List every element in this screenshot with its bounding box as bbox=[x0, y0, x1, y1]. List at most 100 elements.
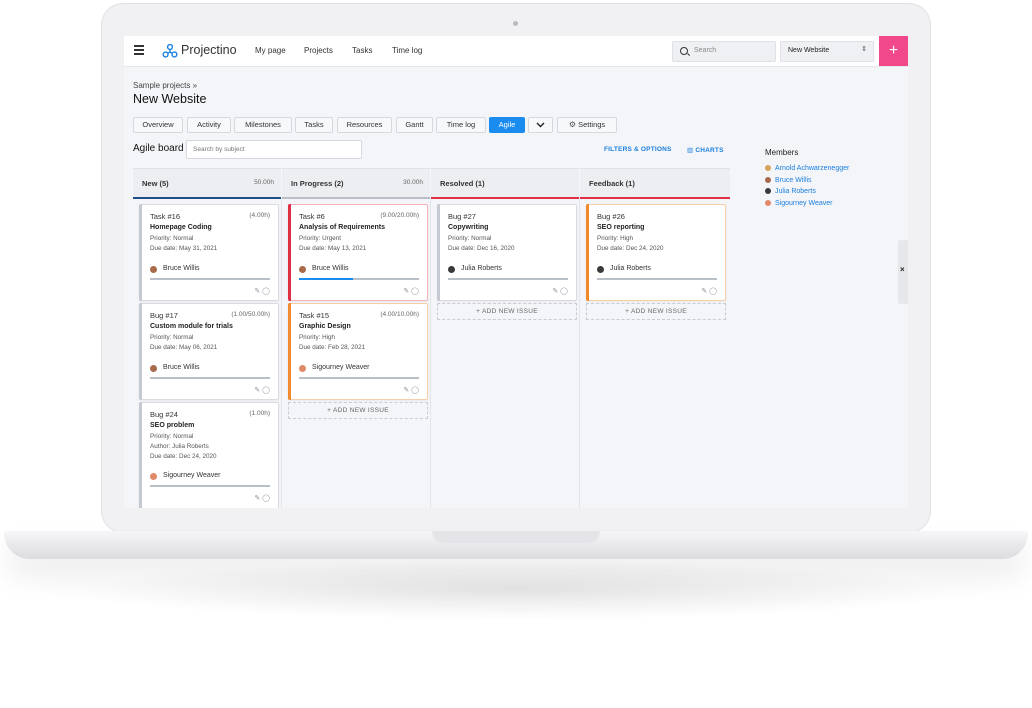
issue-card-bug-27[interactable]: Bug #27 Copywriting Priority: Normal Due… bbox=[437, 204, 577, 301]
card-title[interactable]: Task #16 bbox=[150, 212, 180, 221]
card-assignee: Bruce Willis bbox=[163, 265, 200, 272]
card-subject[interactable]: Custom module for trials bbox=[150, 323, 233, 330]
card-actions[interactable]: ✎ ◯ bbox=[254, 494, 270, 502]
breadcrumb[interactable]: Sample projects » bbox=[133, 81, 197, 90]
subject-search-input[interactable]: Search by subject bbox=[186, 140, 362, 159]
filters-options-link[interactable]: FILTERS & OPTIONS bbox=[604, 146, 672, 153]
charts-label: CHARTS bbox=[695, 147, 724, 154]
tabs-more-dropdown[interactable] bbox=[528, 117, 553, 133]
member-link[interactable]: Julia Roberts bbox=[765, 188, 816, 195]
card-estimate: (4.00/10.00h) bbox=[380, 311, 419, 318]
card-estimate: (1.00h) bbox=[249, 410, 270, 417]
add-button[interactable]: + bbox=[879, 36, 908, 66]
tab-agile[interactable]: Agile bbox=[489, 117, 525, 133]
tab-activity[interactable]: Activity bbox=[187, 117, 231, 133]
add-new-issue-resolved[interactable]: + ADD NEW ISSUE bbox=[437, 303, 577, 320]
issue-card-task-6[interactable]: Task #6 (9.00/20.00h) Analysis of Requir… bbox=[288, 204, 428, 301]
issue-card-bug-17[interactable]: Bug #17 (1.00/50.00h) Custom module for … bbox=[139, 303, 279, 400]
member-link[interactable]: Bruce Willis bbox=[765, 177, 812, 184]
card-actions[interactable]: ✎ ◯ bbox=[254, 287, 270, 295]
column-hours: 50.00h bbox=[254, 179, 274, 186]
avatar bbox=[765, 177, 771, 184]
progress-bar bbox=[299, 278, 419, 280]
card-title[interactable]: Bug #17 bbox=[150, 311, 178, 320]
card-subject[interactable]: Copywriting bbox=[448, 224, 488, 231]
card-subject[interactable]: SEO reporting bbox=[597, 224, 644, 231]
avatar bbox=[597, 266, 604, 273]
progress-bar bbox=[448, 278, 568, 280]
page-title: New Website bbox=[133, 92, 207, 106]
tab-gantt[interactable]: Gantt bbox=[396, 117, 433, 133]
issue-card-task-15[interactable]: Task #15 (4.00/10.00h) Graphic Design Pr… bbox=[288, 303, 428, 400]
card-subject[interactable]: Homepage Coding bbox=[150, 224, 212, 231]
project-select[interactable]: New Website ⇕ bbox=[780, 41, 874, 62]
nav-tasks[interactable]: Tasks bbox=[352, 46, 372, 55]
card-due-date: Due date: Dec 24, 2020 bbox=[150, 453, 217, 460]
tab-overview[interactable]: Overview bbox=[133, 117, 183, 133]
card-title[interactable]: Bug #27 bbox=[448, 212, 476, 221]
add-new-issue-in-progress[interactable]: + ADD NEW ISSUE bbox=[288, 402, 428, 419]
card-subject[interactable]: Analysis of Requirements bbox=[299, 224, 385, 231]
laptop-notch bbox=[432, 531, 600, 543]
card-actions[interactable]: ✎ ◯ bbox=[552, 287, 568, 295]
priority-stripe bbox=[288, 303, 291, 400]
charts-link[interactable]: ▥ CHARTS bbox=[687, 146, 724, 154]
issue-card-bug-24[interactable]: Bug #24 (1.00h) SEO problem Priority: No… bbox=[139, 402, 279, 508]
card-assignee: Bruce Willis bbox=[312, 265, 349, 272]
avatar bbox=[150, 473, 157, 480]
tab-tasks[interactable]: Tasks bbox=[295, 117, 333, 133]
nav-my-page[interactable]: My page bbox=[255, 46, 286, 55]
card-title[interactable]: Task #6 bbox=[299, 212, 325, 221]
card-due-date: Due date: May 31, 2021 bbox=[150, 245, 218, 252]
column-header-new: New (5) 50.00h bbox=[133, 168, 281, 199]
sidebar-toggle[interactable]: × bbox=[898, 240, 908, 304]
card-priority: Priority: Normal bbox=[150, 334, 194, 341]
top-bar: Projectino My page Projects Tasks Time l… bbox=[124, 36, 908, 67]
card-assignee: Bruce Willis bbox=[163, 364, 200, 371]
member-name[interactable]: Julia Roberts bbox=[775, 188, 816, 195]
card-actions[interactable]: ✎ ◯ bbox=[254, 386, 270, 394]
tab-time-log[interactable]: Time log bbox=[436, 117, 486, 133]
member-name[interactable]: Arnold Achwarzenegger bbox=[775, 165, 849, 172]
project-select-value: New Website bbox=[788, 47, 830, 54]
priority-stripe bbox=[586, 204, 589, 301]
menu-icon[interactable] bbox=[134, 45, 144, 55]
member-link[interactable]: Arnold Achwarzenegger bbox=[765, 165, 849, 172]
progress-bar bbox=[150, 377, 270, 379]
card-due-date: Due date: Dec 24, 2020 bbox=[597, 245, 664, 252]
card-assignee: Sigourney Weaver bbox=[312, 364, 370, 371]
search-icon bbox=[680, 47, 688, 55]
card-subject[interactable]: SEO problem bbox=[150, 422, 194, 429]
card-title[interactable]: Task #15 bbox=[299, 311, 329, 320]
card-subject[interactable]: Graphic Design bbox=[299, 323, 351, 330]
column-header-resolved: Resolved (1) bbox=[431, 168, 579, 199]
add-new-issue-feedback[interactable]: + ADD NEW ISSUE bbox=[586, 303, 726, 320]
card-due-date: Due date: Dec 16, 2020 bbox=[448, 245, 515, 252]
card-due-date: Due date: May 06, 2021 bbox=[150, 344, 218, 351]
app-screen: Projectino My page Projects Tasks Time l… bbox=[124, 36, 908, 508]
member-name[interactable]: Bruce Willis bbox=[775, 177, 812, 184]
tab-milestones[interactable]: Milestones bbox=[234, 117, 292, 133]
card-actions[interactable]: ✎ ◯ bbox=[403, 386, 419, 394]
tab-resources[interactable]: Resources bbox=[337, 117, 392, 133]
card-priority: Priority: Normal bbox=[448, 235, 492, 242]
card-title[interactable]: Bug #26 bbox=[597, 212, 625, 221]
card-title[interactable]: Bug #24 bbox=[150, 410, 178, 419]
card-actions[interactable]: ✎ ◯ bbox=[701, 287, 717, 295]
member-name[interactable]: Sigourney Weaver bbox=[775, 200, 832, 207]
app-name[interactable]: Projectino bbox=[181, 43, 237, 57]
card-actions[interactable]: ✎ ◯ bbox=[403, 287, 419, 295]
chevron-down-icon bbox=[536, 122, 545, 128]
issue-card-task-16[interactable]: Task #16 (4.00h) Homepage Coding Priorit… bbox=[139, 204, 279, 301]
nav-projects[interactable]: Projects bbox=[304, 46, 333, 55]
progress-bar bbox=[597, 278, 717, 280]
column-name: Resolved (1) bbox=[440, 179, 485, 188]
card-assignee: Julia Roberts bbox=[461, 265, 502, 272]
member-link[interactable]: Sigourney Weaver bbox=[765, 200, 832, 207]
gear-icon: ⚙ bbox=[568, 120, 576, 129]
issue-card-bug-26[interactable]: Bug #26 SEO reporting Priority: High Due… bbox=[586, 204, 726, 301]
search-input[interactable]: Search bbox=[672, 41, 776, 62]
settings-button[interactable]: ⚙ Settings bbox=[557, 117, 617, 133]
nav-time-log[interactable]: Time log bbox=[392, 46, 422, 55]
priority-stripe bbox=[139, 303, 142, 400]
